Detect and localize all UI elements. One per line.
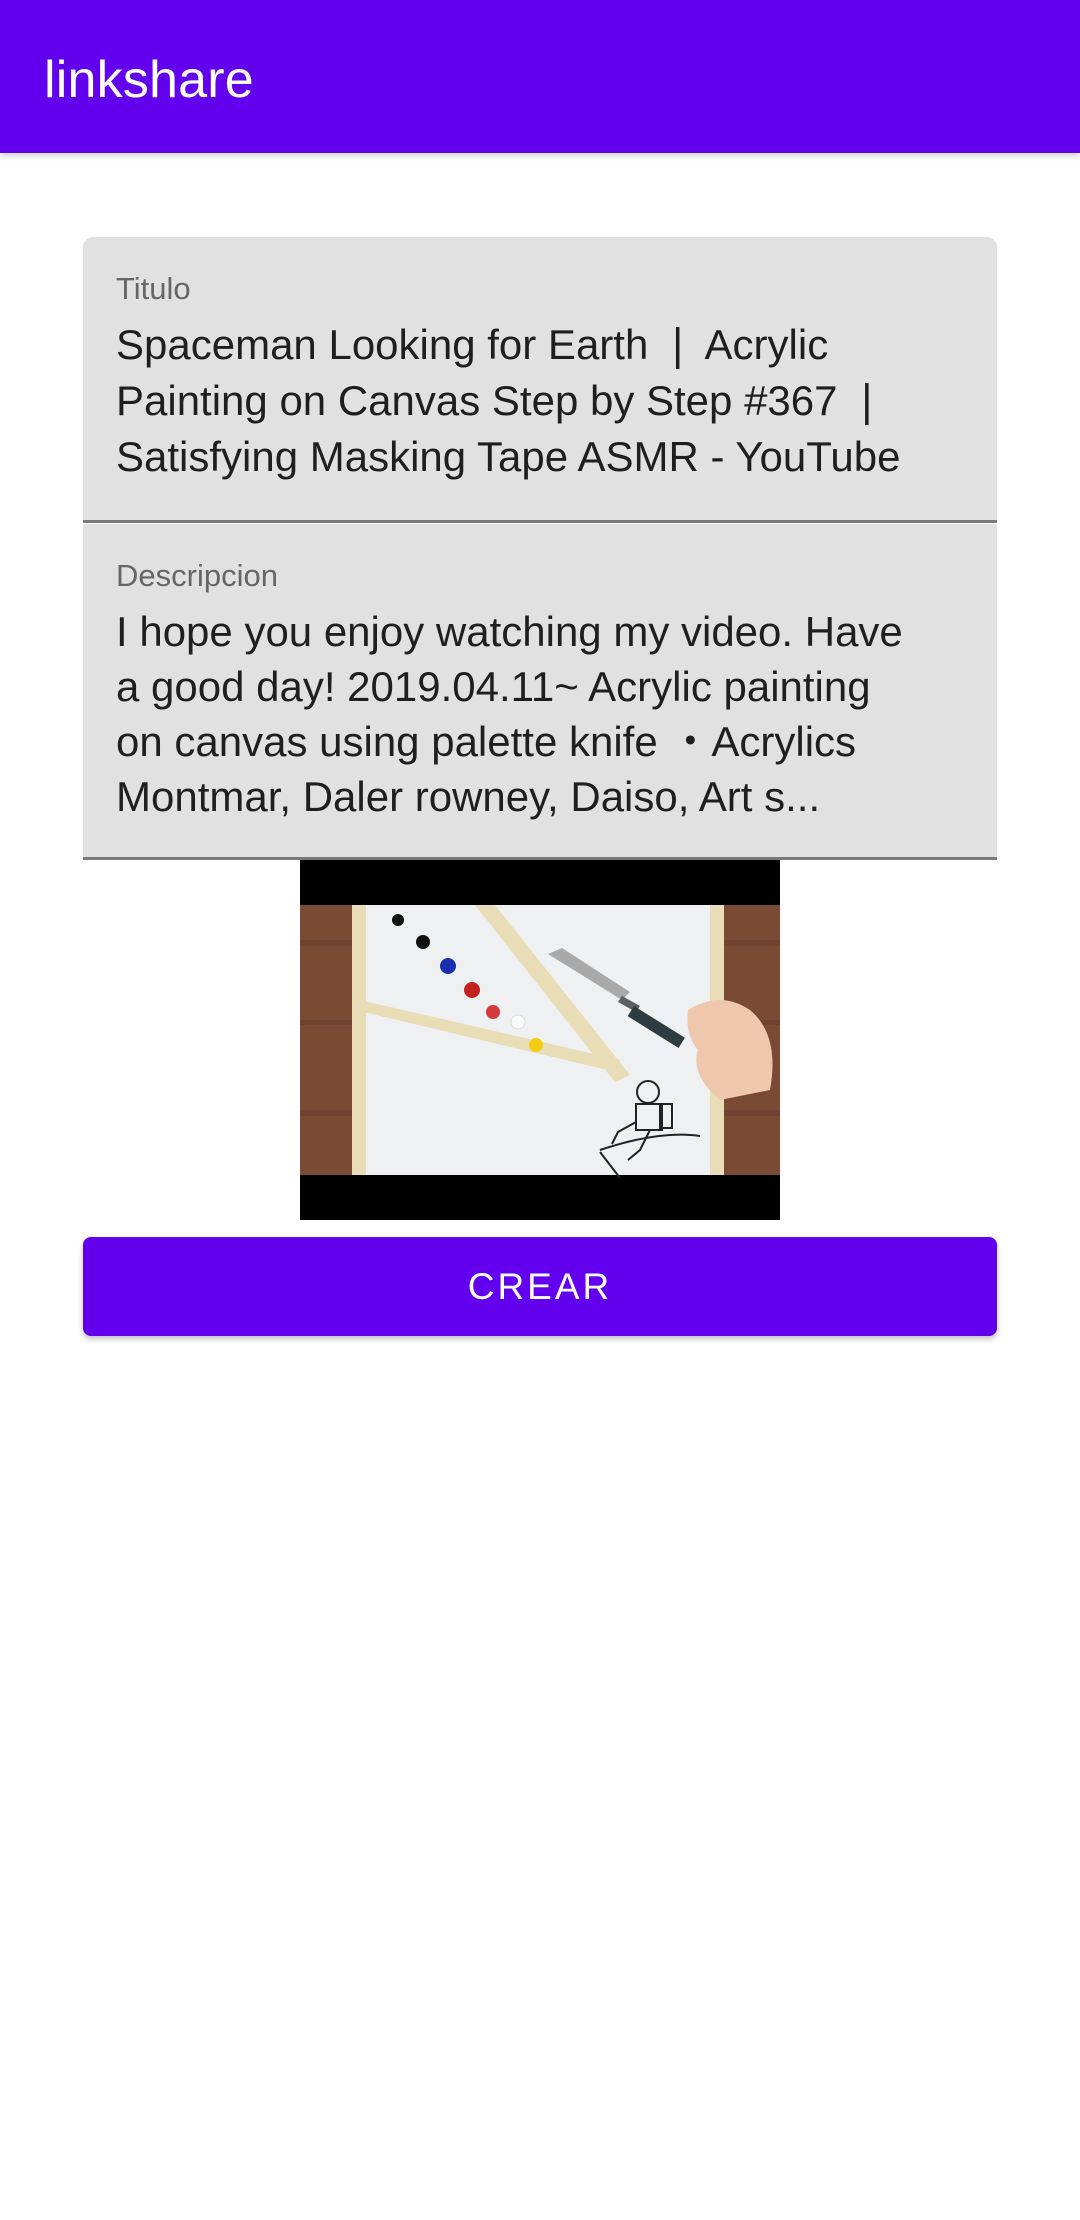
descripcion-label: Descripcion	[116, 558, 278, 593]
app-title: linkshare	[44, 51, 254, 109]
video-thumbnail	[300, 860, 780, 1220]
titulo-label: Titulo	[116, 271, 191, 306]
titulo-field[interactable]: Titulo Spaceman Looking for Earth ❘ Acry…	[83, 237, 997, 523]
titulo-input[interactable]: Spaceman Looking for Earth ❘ Acrylic Pai…	[116, 317, 967, 485]
app-bar: linkshare	[0, 0, 1080, 153]
descripcion-input[interactable]: I hope you enjoy watching my video. Have…	[116, 604, 967, 824]
video-thumbnail-image	[300, 860, 780, 1220]
descripcion-field[interactable]: Descripcion I hope you enjoy watching my…	[83, 524, 997, 860]
crear-button[interactable]: CREAR	[83, 1237, 997, 1336]
